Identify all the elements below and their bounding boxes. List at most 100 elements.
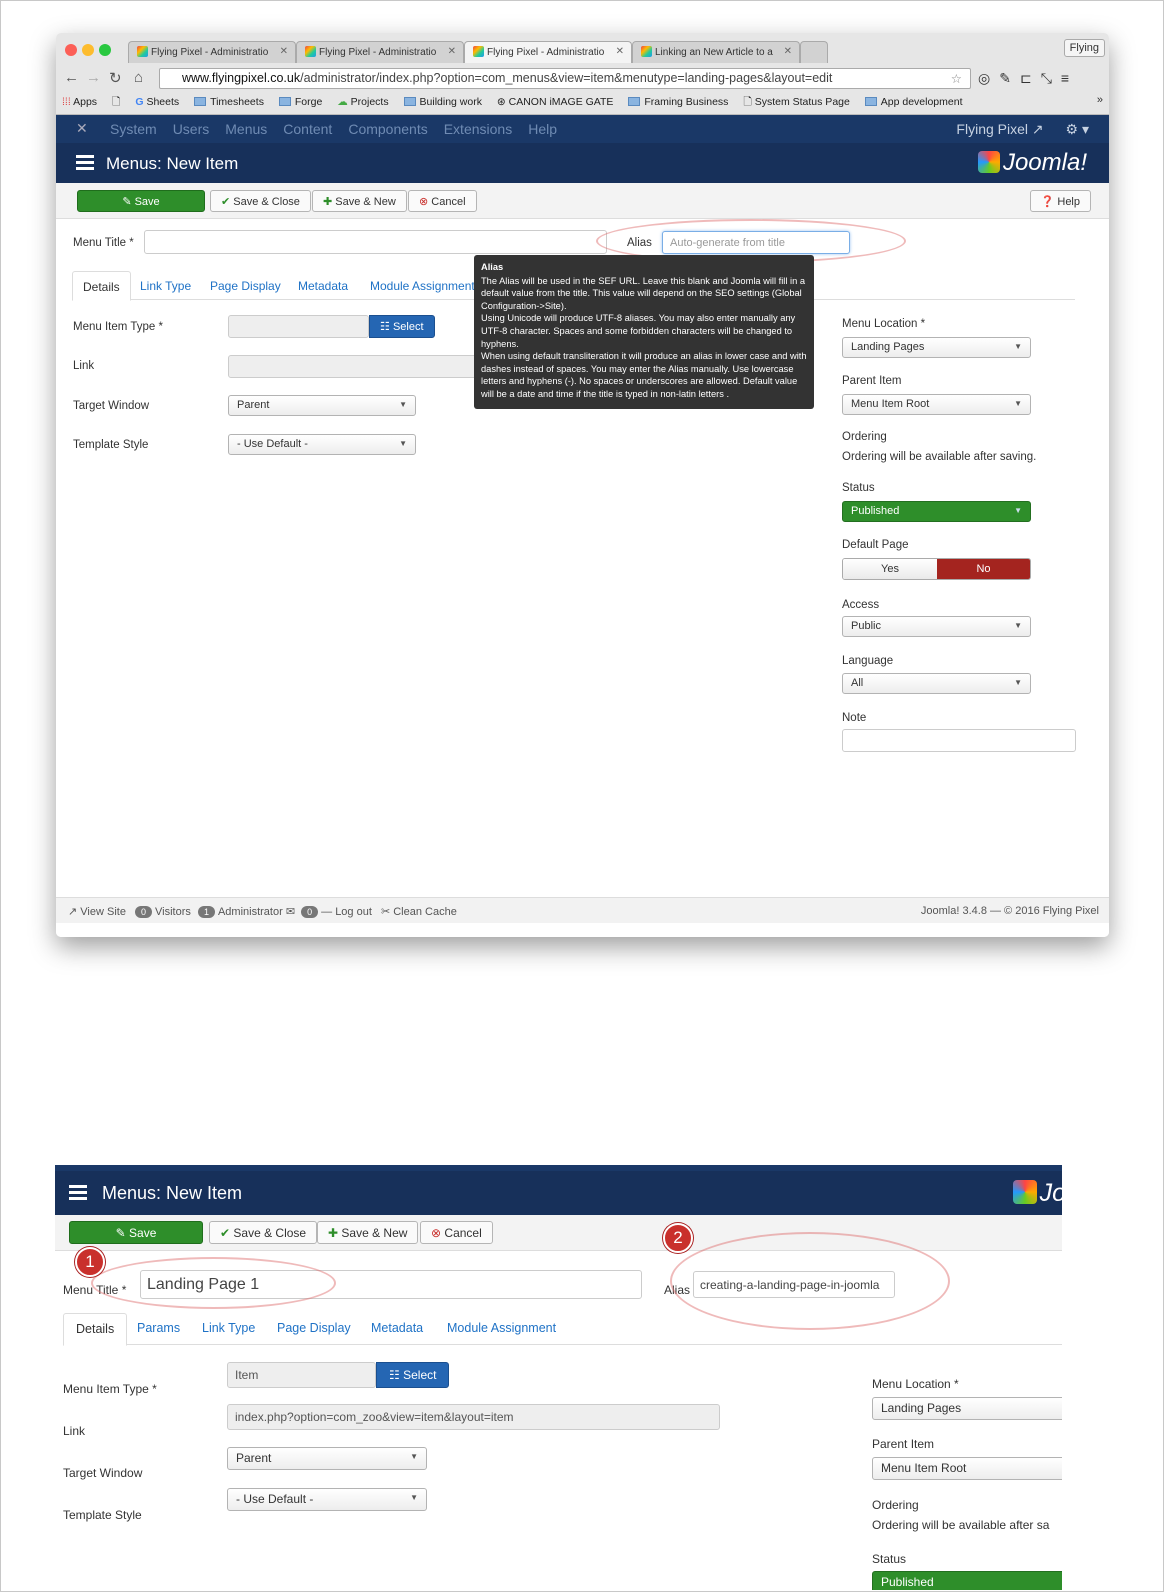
back-arrow-icon[interactable]: ← <box>64 69 79 86</box>
bookmark-star-icon[interactable]: ☆ <box>951 71 962 86</box>
close-tab-icon[interactable]: ✕ <box>616 46 624 57</box>
browser-tab-active[interactable]: Flying Pixel - Administratio ✕ <box>464 41 632 63</box>
bookmark-apps[interactable]: ⁞⁞⁞ Apps <box>62 96 97 108</box>
status-select[interactable]: Published <box>872 1571 1062 1590</box>
tab-module-assignment[interactable]: Module Assignment <box>360 271 485 301</box>
nav-help[interactable]: Help <box>528 121 557 137</box>
menu-title-label: Menu Title * <box>73 237 134 249</box>
bookmarks-more[interactable]: » <box>1097 94 1103 106</box>
close-tab-icon[interactable]: ✕ <box>784 46 792 57</box>
select-button[interactable]: ☷ Select <box>376 1362 450 1388</box>
nav-system[interactable]: System <box>110 121 157 137</box>
browser-menu-icon[interactable]: ≡ <box>1061 70 1078 86</box>
folder-icon <box>628 97 641 106</box>
url-bar[interactable]: www.flyingpixel.co.uk/administrator/inde… <box>159 68 971 89</box>
browser-tab[interactable]: Flying Pixel - Administratio ✕ <box>296 41 464 63</box>
select-button[interactable]: ☷ Select <box>369 315 435 338</box>
note-input[interactable] <box>842 729 1076 752</box>
cancel-button[interactable]: ⊗ Cancel <box>408 190 477 212</box>
template-style-select[interactable]: - Use Default - ▼ <box>228 434 416 455</box>
minimize-window-button[interactable] <box>82 44 94 56</box>
tab-metadata[interactable]: Metadata <box>359 1313 435 1343</box>
cloud-icon: ☁ <box>337 96 348 108</box>
bookmark-projects[interactable]: ☁ Projects <box>337 96 388 108</box>
tab-module-assignment[interactable]: Module Assignment <box>435 1313 568 1343</box>
link-label: Link <box>73 360 95 372</box>
tab-metadata[interactable]: Metadata <box>288 271 358 301</box>
url-domain: www.flyingpixel.co.uk <box>182 71 301 85</box>
status-select[interactable]: Published ▼ <box>842 501 1031 522</box>
color-picker-icon[interactable]: ◎ <box>978 70 999 86</box>
status-label: Status <box>872 1552 907 1566</box>
save-close-button[interactable]: ✔ Save & Close <box>209 1221 318 1244</box>
dropper-icon[interactable]: ✎ <box>999 70 1020 86</box>
nav-extensions[interactable]: Extensions <box>444 121 512 137</box>
bookmark-system-status[interactable]: 🗋 System Status Page <box>743 94 850 112</box>
parent-item-select[interactable]: Menu Item Root <box>872 1457 1062 1480</box>
caret-down-icon: ▼ <box>410 1452 418 1461</box>
browser-tab[interactable]: Linking an New Article to a ✕ <box>632 41 800 63</box>
bookmark-forge[interactable]: Forge <box>278 96 322 108</box>
nav-menus[interactable]: Menus <box>225 121 267 137</box>
menu-location-select[interactable]: Landing Pages <box>872 1397 1062 1420</box>
browser-tab[interactable]: Flying Pixel - Administratio ✕ <box>128 41 296 63</box>
bookmark-app-development[interactable]: App development <box>864 96 963 108</box>
target-window-select[interactable]: Parent ▼ <box>228 395 416 416</box>
view-site-link[interactable]: View Site <box>80 906 126 918</box>
nav-components[interactable]: Components <box>348 121 427 137</box>
close-tab-icon[interactable]: ✕ <box>448 46 456 57</box>
cancel-button[interactable]: ⊗ Cancel <box>420 1221 493 1244</box>
ruler-icon[interactable]: ⊏ <box>1020 70 1041 86</box>
tab-link-type[interactable]: Link Type <box>130 271 201 301</box>
tab-params[interactable]: Params <box>125 1313 192 1343</box>
menu-list-icon <box>76 155 94 171</box>
bookmark-page[interactable]: 🗋 <box>112 94 120 112</box>
save-button[interactable]: ✎ Save <box>77 190 205 212</box>
site-link[interactable]: Flying Pixel <box>956 121 1028 137</box>
resize-icon[interactable]: ⤡ <box>1041 70 1061 86</box>
clean-cache-link[interactable]: Clean Cache <box>393 906 457 918</box>
new-tab-button[interactable] <box>800 41 828 63</box>
reload-icon[interactable]: ↻ <box>109 69 122 87</box>
nav-users[interactable]: Users <box>173 121 210 137</box>
status-label: Status <box>842 482 875 494</box>
save-button[interactable]: ✎ Save <box>69 1221 203 1244</box>
footer-version: Joomla! 3.4.8 — © 2016 Flying Pixel <box>920 905 1099 917</box>
access-select[interactable]: Public ▼ <box>842 616 1031 637</box>
save-new-button[interactable]: ✚ Save & New <box>317 1221 419 1244</box>
language-select[interactable]: All ▼ <box>842 673 1031 694</box>
profile-button[interactable]: Flying <box>1063 39 1105 57</box>
nav-content[interactable]: Content <box>283 121 332 137</box>
target-window-select[interactable]: Parent ▼ <box>227 1447 427 1470</box>
gear-icon[interactable]: ⚙ ▾ <box>1066 121 1089 137</box>
yes-option[interactable]: Yes <box>843 559 937 579</box>
save-new-button[interactable]: ✚ Save & New <box>312 190 407 212</box>
save-close-button[interactable]: ✔ Save & Close <box>210 190 311 212</box>
bookmark-building-work[interactable]: Building work <box>403 96 482 108</box>
template-style-select[interactable]: - Use Default - ▼ <box>227 1488 427 1511</box>
bookmark-canon[interactable]: ⊛ CANON iMAGE GATE <box>497 96 614 108</box>
close-window-button[interactable] <box>65 44 77 56</box>
zoom-window-button[interactable] <box>99 44 111 56</box>
menu-location-select[interactable]: Landing Pages ▼ <box>842 337 1031 358</box>
tab-page-display[interactable]: Page Display <box>200 271 291 301</box>
parent-item-select[interactable]: Menu Item Root ▼ <box>842 394 1031 415</box>
home-icon[interactable]: ⌂ <box>134 69 143 86</box>
bookmark-framing-business[interactable]: Framing Business <box>628 96 728 108</box>
bookmark-sheets[interactable]: G Sheets <box>135 96 179 108</box>
bookmark-timesheets[interactable]: Timesheets <box>194 96 264 108</box>
tab-details[interactable]: Details <box>63 1313 128 1346</box>
no-option[interactable]: No <box>937 559 1030 579</box>
logout-link[interactable]: Log out <box>335 906 372 918</box>
tab-link-type[interactable]: Link Type <box>190 1313 267 1343</box>
tab-page-display[interactable]: Page Display <box>265 1313 363 1343</box>
close-tab-icon[interactable]: ✕ <box>280 46 288 57</box>
menu-location-label: Menu Location * <box>872 1377 959 1391</box>
help-button[interactable]: ❓ Help <box>1029 190 1091 212</box>
tab-details[interactable]: Details <box>72 271 131 301</box>
forward-arrow-icon[interactable]: → <box>86 69 101 86</box>
menu-title-input[interactable] <box>144 230 607 254</box>
joomla-small-icon[interactable]: ✕ <box>76 120 88 137</box>
menu-list-icon <box>69 1185 87 1201</box>
callout-badge-2: 2 <box>663 1223 693 1253</box>
